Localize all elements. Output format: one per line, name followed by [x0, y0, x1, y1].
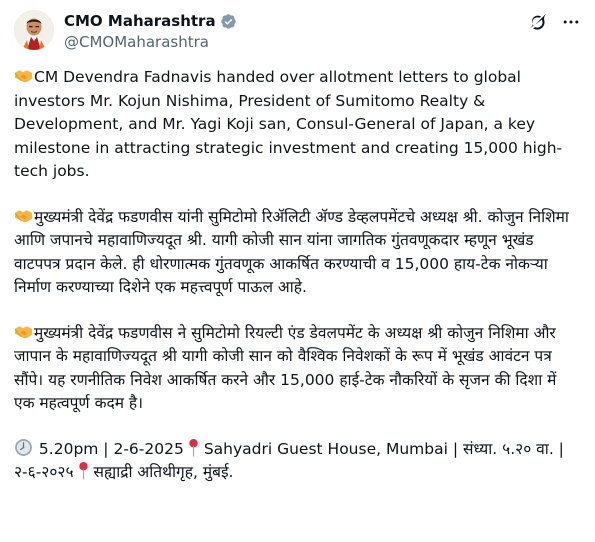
paragraph-time-location: 5.20pm | 2-6-2025 Sahyadri Guest House, … — [14, 438, 581, 485]
more-options-icon-graphic — [563, 20, 579, 24]
tweet-actions — [527, 12, 581, 32]
event-location-marathi: सह्याद्री अतिथीगृह, मुंबई. — [93, 463, 234, 481]
more-options-icon[interactable] — [561, 12, 581, 32]
tweet-header: CMO Maharashtra @CMOMaharashtra — [14, 10, 581, 58]
paragraph-marathi: मुख्यमंत्री देवेंद्र फडणवीस यांनी सुमिटो… — [14, 206, 581, 300]
event-time: 5.20pm | 2-6-2025 — [34, 439, 184, 458]
name-line: CMO Maharashtra — [64, 10, 237, 32]
gray-verified-badge-icon[interactable] — [220, 13, 237, 30]
clock-icon — [15, 438, 32, 456]
author-handle[interactable]: @CMOMaharashtra — [64, 32, 237, 52]
handshake-icon — [14, 209, 32, 222]
handshake-icon — [14, 325, 32, 338]
round-pushpin-icon — [189, 438, 198, 457]
display-name[interactable]: CMO Maharashtra — [64, 10, 216, 32]
paragraph-hindi-text: मुख्यमंत्री देवेंद्र फडणवीस ने सुमिटोमो … — [14, 323, 557, 413]
paragraph-hindi: मुख्यमंत्री देवेंद्र फडणवीस ने सुमिटोमो … — [14, 322, 581, 416]
avatar[interactable] — [14, 10, 54, 50]
tweet-text: CM Devendra Fadnavis handed over allotme… — [14, 66, 581, 507]
paragraph-english: CM Devendra Fadnavis handed over allotme… — [14, 66, 581, 184]
author-block: CMO Maharashtra @CMOMaharashtra — [64, 10, 237, 52]
grok-icon-graphic — [529, 13, 546, 30]
avatar-portrait-icon — [14, 10, 54, 50]
handshake-icon — [14, 70, 32, 83]
tweet: CMO Maharashtra @CMOMaharashtra CM Deven… — [0, 0, 595, 542]
grok-icon[interactable] — [527, 12, 547, 32]
round-pushpin-icon — [78, 462, 88, 480]
paragraph-english-text: CM Devendra Fadnavis handed over allotme… — [14, 68, 563, 180]
paragraph-marathi-text: मुख्यमंत्री देवेंद्र फडणवीस यांनी सुमिटो… — [14, 207, 569, 297]
